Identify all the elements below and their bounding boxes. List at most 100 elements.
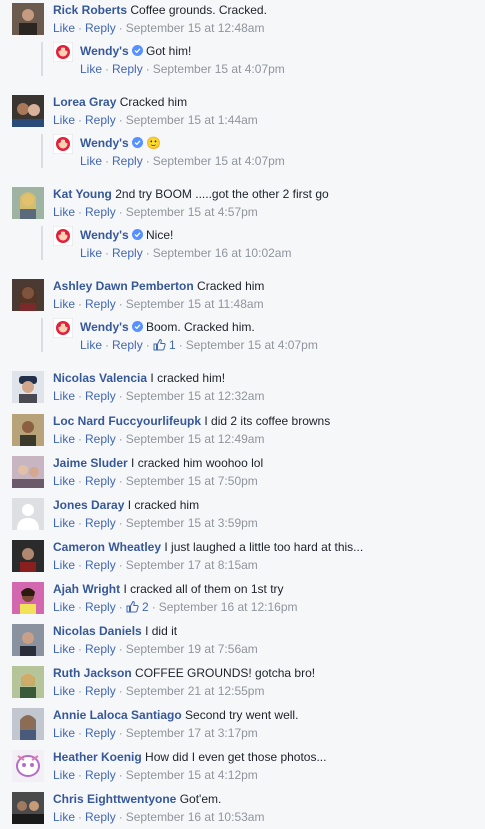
- like-link[interactable]: Like: [53, 768, 75, 782]
- comment-author[interactable]: Nicolas Valencia: [53, 371, 147, 385]
- like-link[interactable]: Like: [53, 726, 75, 740]
- avatar[interactable]: [12, 95, 44, 127]
- reply-link[interactable]: Reply: [85, 642, 116, 656]
- reply-timestamp[interactable]: September 15 at 4:07pm: [153, 62, 285, 76]
- comment-author[interactable]: Nicolas Daniels: [53, 624, 142, 638]
- reply-author[interactable]: Wendy's: [80, 136, 129, 150]
- avatar[interactable]: [12, 624, 44, 656]
- comment-author[interactable]: Lorea Gray: [53, 95, 116, 109]
- comment-author[interactable]: Heather Koenig: [53, 750, 142, 764]
- comment-timestamp[interactable]: September 21 at 12:55pm: [126, 684, 265, 698]
- comment-timestamp[interactable]: September 15 at 12:48am: [126, 21, 265, 35]
- comment-author[interactable]: Annie Laloca Santiago: [53, 708, 182, 722]
- like-link[interactable]: Like: [53, 810, 75, 824]
- avatar[interactable]: [12, 750, 44, 782]
- reaction-count[interactable]: 1: [153, 338, 176, 352]
- comment-author[interactable]: Kat Young: [53, 187, 112, 201]
- reply-link[interactable]: Reply: [112, 154, 143, 168]
- like-link[interactable]: Like: [53, 558, 75, 572]
- avatar[interactable]: [12, 371, 44, 403]
- comment-timestamp[interactable]: September 15 at 4:12pm: [126, 768, 258, 782]
- like-link[interactable]: Like: [53, 21, 75, 35]
- like-link[interactable]: Like: [80, 62, 102, 76]
- comment-timestamp[interactable]: September 15 at 3:59pm: [126, 516, 258, 530]
- reply-author[interactable]: Wendy's: [80, 320, 129, 334]
- reply-link[interactable]: Reply: [85, 389, 116, 403]
- comment-author[interactable]: Cameron Wheatley: [53, 540, 161, 554]
- reply-link[interactable]: Reply: [85, 432, 116, 446]
- reply-link[interactable]: Reply: [85, 205, 116, 219]
- like-link[interactable]: Like: [80, 154, 102, 168]
- avatar[interactable]: [12, 708, 44, 740]
- reply-timestamp[interactable]: September 16 at 10:02am: [153, 246, 292, 260]
- like-link[interactable]: Like: [53, 600, 75, 614]
- reply-timestamp[interactable]: September 15 at 4:07pm: [153, 154, 285, 168]
- comment-author[interactable]: Rick Roberts: [53, 3, 127, 17]
- comment-author[interactable]: Jaime Sluder: [53, 456, 128, 470]
- reply-author[interactable]: Wendy's: [80, 228, 129, 242]
- like-link[interactable]: Like: [53, 684, 75, 698]
- comment-author[interactable]: Jones Daray: [53, 498, 124, 512]
- like-link[interactable]: Like: [53, 432, 75, 446]
- avatar[interactable]: [12, 582, 44, 614]
- like-link[interactable]: Like: [53, 389, 75, 403]
- reply-author[interactable]: Wendy's: [80, 44, 129, 58]
- avatar[interactable]: [12, 187, 44, 219]
- avatar[interactable]: [12, 3, 44, 35]
- comment-timestamp[interactable]: September 16 at 12:16pm: [159, 600, 298, 614]
- like-link[interactable]: Like: [53, 297, 75, 311]
- like-link[interactable]: Like: [80, 246, 102, 260]
- separator: ·: [118, 389, 123, 403]
- comment-author[interactable]: Loc Nard Fuccyourlifeupk: [53, 414, 201, 428]
- comment-timestamp[interactable]: September 17 at 8:15am: [126, 558, 258, 572]
- like-link[interactable]: Like: [53, 113, 75, 127]
- reply-link[interactable]: Reply: [85, 600, 116, 614]
- comment-timestamp[interactable]: September 15 at 11:48am: [126, 297, 264, 311]
- avatar[interactable]: [12, 279, 44, 311]
- comment-actions: Like · Reply · September 19 at 7:56am: [53, 641, 258, 657]
- like-link[interactable]: Like: [53, 474, 75, 488]
- avatar[interactable]: [12, 414, 44, 446]
- avatar[interactable]: [12, 666, 44, 698]
- wendys-logo[interactable]: [53, 42, 73, 62]
- reply-link[interactable]: Reply: [85, 113, 116, 127]
- reply-link[interactable]: Reply: [85, 21, 116, 35]
- reply-link[interactable]: Reply: [85, 474, 116, 488]
- like-link[interactable]: Like: [53, 205, 75, 219]
- comment-timestamp[interactable]: September 15 at 1:44am: [126, 113, 258, 127]
- reaction-count[interactable]: 2: [126, 600, 149, 614]
- reply-timestamp[interactable]: September 15 at 4:07pm: [186, 338, 318, 352]
- comment-timestamp[interactable]: September 19 at 7:56am: [126, 642, 258, 656]
- like-link[interactable]: Like: [53, 642, 75, 656]
- wendys-logo[interactable]: [53, 318, 73, 338]
- reply-link[interactable]: Reply: [112, 62, 143, 76]
- separator: ·: [145, 338, 150, 352]
- reply-link[interactable]: Reply: [85, 558, 116, 572]
- reply-link[interactable]: Reply: [112, 338, 143, 352]
- comment-timestamp[interactable]: September 15 at 7:50pm: [126, 474, 258, 488]
- comment-author[interactable]: Chris Eighttwentyone: [53, 792, 176, 806]
- comment-author[interactable]: Ajah Wright: [53, 582, 120, 596]
- comment-author[interactable]: Ruth Jackson: [53, 666, 132, 680]
- like-link[interactable]: Like: [80, 338, 102, 352]
- avatar[interactable]: [12, 540, 44, 572]
- reply-link[interactable]: Reply: [85, 516, 116, 530]
- comment-timestamp[interactable]: September 16 at 10:53am: [126, 810, 265, 824]
- comment-timestamp[interactable]: September 15 at 4:57pm: [126, 205, 258, 219]
- avatar[interactable]: [12, 792, 44, 824]
- reply-link[interactable]: Reply: [85, 768, 116, 782]
- reply-link[interactable]: Reply: [85, 684, 116, 698]
- reply-link[interactable]: Reply: [85, 297, 116, 311]
- reply-link[interactable]: Reply: [85, 726, 116, 740]
- wendys-logo[interactable]: [53, 226, 73, 246]
- comment-author[interactable]: Ashley Dawn Pemberton: [53, 279, 194, 293]
- default-avatar-icon[interactable]: [12, 498, 44, 530]
- reply-link[interactable]: Reply: [85, 810, 116, 824]
- comment-timestamp[interactable]: September 17 at 3:17pm: [126, 726, 258, 740]
- comment-timestamp[interactable]: September 15 at 12:49am: [126, 432, 265, 446]
- wendys-logo[interactable]: [53, 134, 73, 154]
- comment-timestamp[interactable]: September 15 at 12:32am: [126, 389, 265, 403]
- reply-link[interactable]: Reply: [112, 246, 143, 260]
- like-link[interactable]: Like: [53, 516, 75, 530]
- avatar[interactable]: [12, 456, 44, 488]
